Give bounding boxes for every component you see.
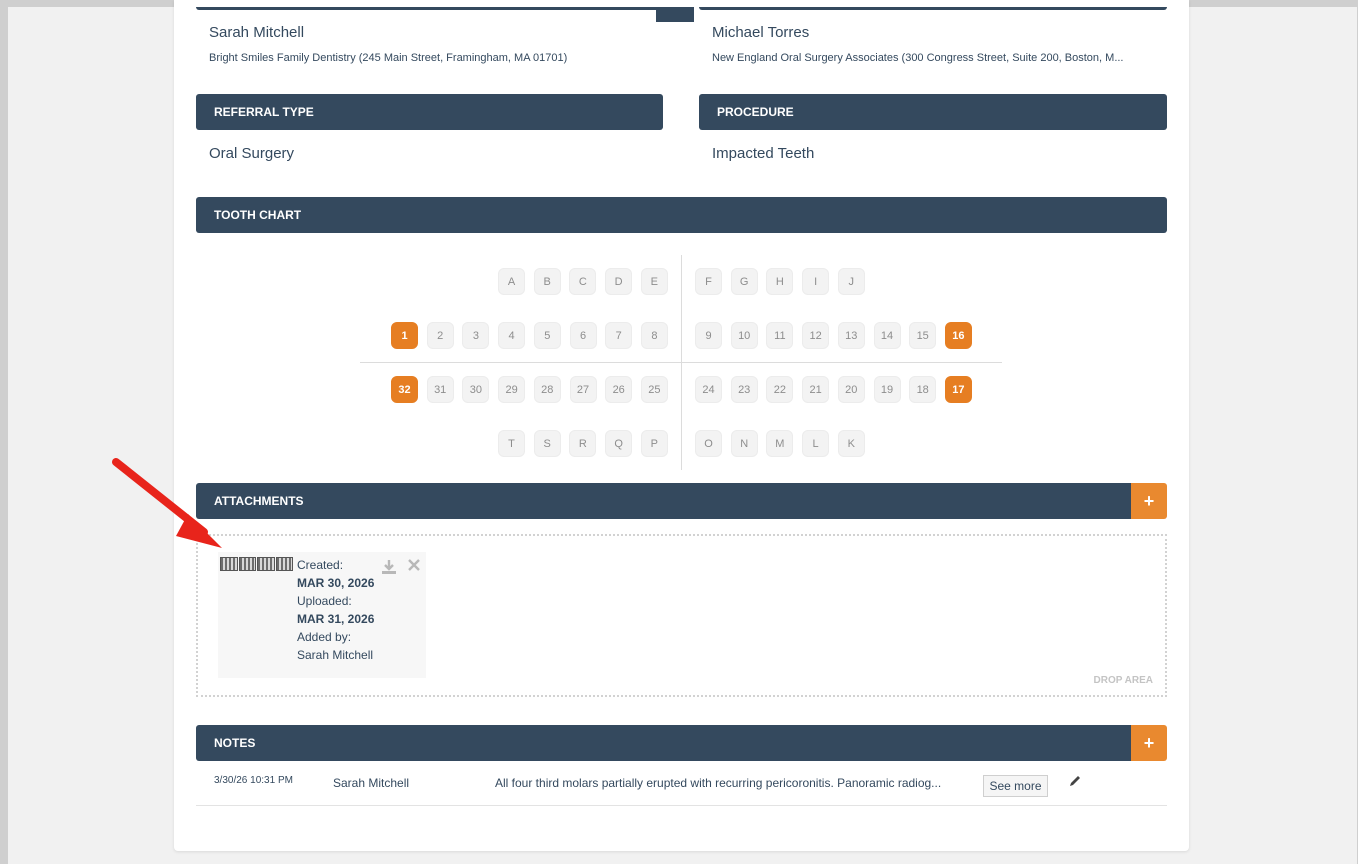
tooth-c[interactable]: C [569,268,597,295]
see-more-button[interactable]: See more [983,775,1048,797]
attachment-meta: Created: MAR 30, 2026 Uploaded: MAR 31, … [297,556,387,664]
tooth-p[interactable]: P [640,430,668,457]
header-tab-edge [656,7,694,22]
tooth-20[interactable]: 20 [837,376,865,403]
tooth-a[interactable]: A [498,268,525,295]
tooth-d[interactable]: D [605,268,633,295]
tooth-1[interactable]: 1 [391,322,418,349]
tooth-k[interactable]: K [837,430,865,457]
tooth-f[interactable]: F [695,268,722,295]
close-icon[interactable] [406,557,422,578]
tooth-3[interactable]: 3 [462,322,490,349]
tooth-22[interactable]: 22 [766,376,794,403]
attachment-created-label: Created: [297,558,344,572]
add-attachment-button[interactable]: + [1131,483,1167,519]
download-icon[interactable] [380,558,398,581]
note-date: 3/30/26 10:31 PM [214,775,293,786]
tooth-26[interactable]: 26 [605,376,633,403]
drop-area-label: DROP AREA [1093,675,1153,686]
tooth-chart-header: TOOTH CHART [196,197,1167,233]
tooth-i[interactable]: I [802,268,830,295]
annotation-arrow [112,458,222,548]
attachment-item[interactable]: Created: MAR 30, 2026 Uploaded: MAR 31, … [218,552,426,678]
attachments-header: ATTACHMENTS [196,483,1131,519]
receiving-practice-address: New England Oral Surgery Associates (300… [712,52,1124,64]
attachment-created-date: MAR 30, 2026 [297,576,375,590]
tooth-15[interactable]: 15 [909,322,937,349]
tooth-6[interactable]: 6 [569,322,597,349]
tooth-chart-midline-horizontal [360,362,1002,363]
tooth-18[interactable]: 18 [909,376,937,403]
tooth-17[interactable]: 17 [944,376,972,403]
receiving-header-edge [699,7,1167,10]
tooth-29[interactable]: 29 [498,376,526,403]
tooth-9[interactable]: 9 [695,322,722,349]
tooth-m[interactable]: M [766,430,794,457]
tooth-30[interactable]: 30 [462,376,490,403]
tooth-8[interactable]: 8 [640,322,668,349]
add-note-button[interactable]: + [1131,725,1167,761]
tooth-o[interactable]: O [695,430,722,457]
tooth-s[interactable]: S [533,430,561,457]
attachment-uploaded-date: MAR 31, 2026 [297,612,375,626]
tooth-14[interactable]: 14 [873,322,901,349]
referring-practice-address: Bright Smiles Family Dentistry (245 Main… [209,52,568,64]
tooth-11[interactable]: 11 [766,322,794,349]
tooth-h[interactable]: H [766,268,794,295]
attachment-uploaded-label: Uploaded: [297,594,352,608]
tooth-32[interactable]: 32 [391,376,418,403]
tooth-31[interactable]: 31 [426,376,454,403]
note-text: All four third molars partially erupted … [495,776,942,790]
procedure-header: PROCEDURE [699,94,1167,130]
tooth-5[interactable]: 5 [533,322,561,349]
tooth-13[interactable]: 13 [837,322,865,349]
tooth-24[interactable]: 24 [695,376,722,403]
referring-doctor-name: Sarah Mitchell [209,24,305,41]
tooth-q[interactable]: Q [605,430,633,457]
tooth-25[interactable]: 25 [640,376,668,403]
referral-type-header: REFERRAL TYPE [196,94,663,130]
tooth-b[interactable]: B [533,268,561,295]
tooth-19[interactable]: 19 [873,376,901,403]
tooth-21[interactable]: 21 [802,376,830,403]
tooth-4[interactable]: 4 [498,322,526,349]
referring-header-edge [196,7,663,10]
tooth-n[interactable]: N [730,430,758,457]
tooth-7[interactable]: 7 [605,322,633,349]
pencil-icon[interactable] [1068,774,1082,791]
notes-header: NOTES [196,725,1131,761]
tooth-l[interactable]: L [802,430,830,457]
tooth-2[interactable]: 2 [426,322,454,349]
note-author: Sarah Mitchell [333,776,410,790]
procedure-value: Impacted Teeth [712,145,815,162]
receiving-doctor-name: Michael Torres [712,24,810,41]
tooth-e[interactable]: E [640,268,668,295]
tooth-16[interactable]: 16 [944,322,972,349]
tooth-27[interactable]: 27 [569,376,597,403]
note-row: 3/30/26 10:31 PM Sarah Mitchell All four… [196,766,1167,806]
attachment-added-by-label: Added by: [297,630,352,644]
tooth-28[interactable]: 28 [533,376,561,403]
window-frame-left [0,0,8,864]
attachment-added-by: Sarah Mitchell [297,648,374,662]
tooth-23[interactable]: 23 [730,376,758,403]
referral-type-value: Oral Surgery [209,145,295,162]
tooth-12[interactable]: 12 [802,322,830,349]
tooth-g[interactable]: G [730,268,758,295]
tooth-r[interactable]: R [569,430,597,457]
tooth-t[interactable]: T [498,430,525,457]
tooth-10[interactable]: 10 [730,322,758,349]
tooth-j[interactable]: J [837,268,865,295]
